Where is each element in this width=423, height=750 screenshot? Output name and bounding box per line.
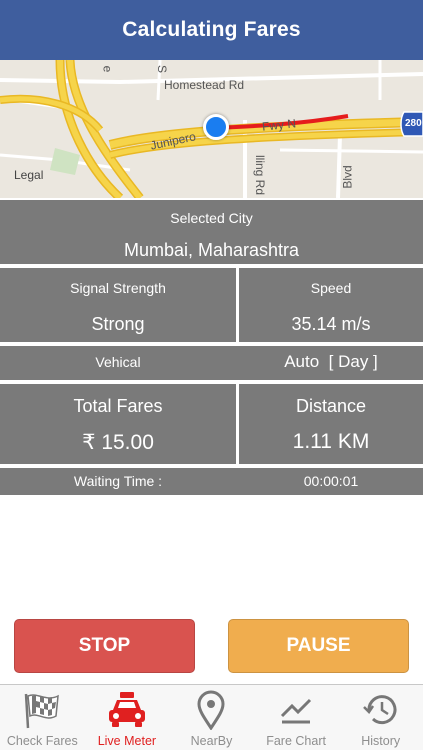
tab-label: History bbox=[361, 734, 401, 748]
map-view[interactable]: Homestead Rd Junipero Fwy N lling Rd Blv… bbox=[0, 60, 423, 198]
tab-label: Check Fares bbox=[6, 734, 78, 748]
selected-city-cell: Selected City Mumbai, Maharashtra bbox=[0, 200, 423, 264]
total-fares-cell: Total Fares ₹ 15.00 bbox=[0, 384, 236, 464]
vehicle-label: Vehical bbox=[95, 354, 141, 370]
distance-cell: Distance 1.11 KM bbox=[239, 384, 423, 464]
waiting-time-value: 00:00:01 bbox=[303, 473, 359, 489]
nav-bar: Calculating Fares bbox=[0, 0, 423, 60]
tab-live-meter[interactable]: Live Meter bbox=[85, 685, 170, 750]
distance-value: 1.11 KM bbox=[292, 430, 370, 453]
map-label-route: 280 bbox=[405, 118, 422, 129]
map-label-e: e bbox=[100, 65, 115, 73]
page-title: Calculating Fares bbox=[122, 18, 301, 41]
tab-nearby[interactable]: NearBy bbox=[169, 685, 254, 750]
distance-label: Distance bbox=[295, 396, 367, 416]
selected-city-value: Mumbai, Maharashtra bbox=[123, 240, 300, 260]
tab-label: Fare Chart bbox=[266, 734, 326, 748]
total-fares-value: ₹ 15.00 bbox=[82, 431, 154, 454]
signal-strength-label: Signal Strength bbox=[70, 280, 166, 296]
map-label-blvd: Blvd bbox=[340, 165, 355, 189]
vehicle-cell: Vehical Auto [ Day ] bbox=[0, 346, 423, 380]
waiting-time-cell: Waiting Time : 00:00:01 bbox=[0, 468, 423, 495]
chart-icon bbox=[281, 698, 312, 724]
total-fares-label: Total Fares bbox=[73, 396, 163, 416]
fare-info-panel: Selected City Mumbai, Maharashtra Signal… bbox=[0, 198, 423, 495]
meter-controls: STOP PAUSE bbox=[0, 619, 423, 673]
tab-label: Live Meter bbox=[97, 734, 157, 748]
map-legal-link[interactable]: Legal bbox=[14, 168, 43, 182]
pause-button[interactable]: PAUSE bbox=[228, 619, 409, 673]
history-clock-icon bbox=[362, 695, 397, 725]
tab-history[interactable]: History bbox=[338, 685, 423, 750]
selected-city-label: Selected City bbox=[170, 210, 253, 226]
tab-label: NearBy bbox=[190, 734, 233, 748]
current-location-dot bbox=[203, 114, 229, 140]
speed-value: 35.14 m/s bbox=[291, 314, 371, 334]
taxi-icon bbox=[108, 692, 145, 727]
tab-bar: Check Fares Live Meter NearBy Fare Chart bbox=[0, 684, 423, 750]
stop-button[interactable]: STOP bbox=[14, 619, 195, 673]
tab-check-fares[interactable]: Check Fares bbox=[0, 685, 85, 750]
location-pin-icon bbox=[197, 690, 225, 730]
tab-fare-chart[interactable]: Fare Chart bbox=[254, 685, 339, 750]
signal-strength-value: Strong bbox=[91, 314, 145, 334]
speed-label: Speed bbox=[310, 280, 352, 296]
map-label-homestead: Homestead Rd bbox=[164, 78, 245, 92]
waiting-time-label: Waiting Time : bbox=[73, 473, 163, 489]
vehicle-value: Auto [ Day ] bbox=[284, 352, 378, 371]
speed-cell: Speed 35.14 m/s bbox=[239, 268, 423, 342]
map-label-s: S bbox=[155, 64, 170, 74]
signal-strength-cell: Signal Strength Strong bbox=[0, 268, 236, 342]
map-label-rd: lling Rd bbox=[253, 154, 268, 196]
checkered-flag-icon bbox=[25, 693, 60, 729]
